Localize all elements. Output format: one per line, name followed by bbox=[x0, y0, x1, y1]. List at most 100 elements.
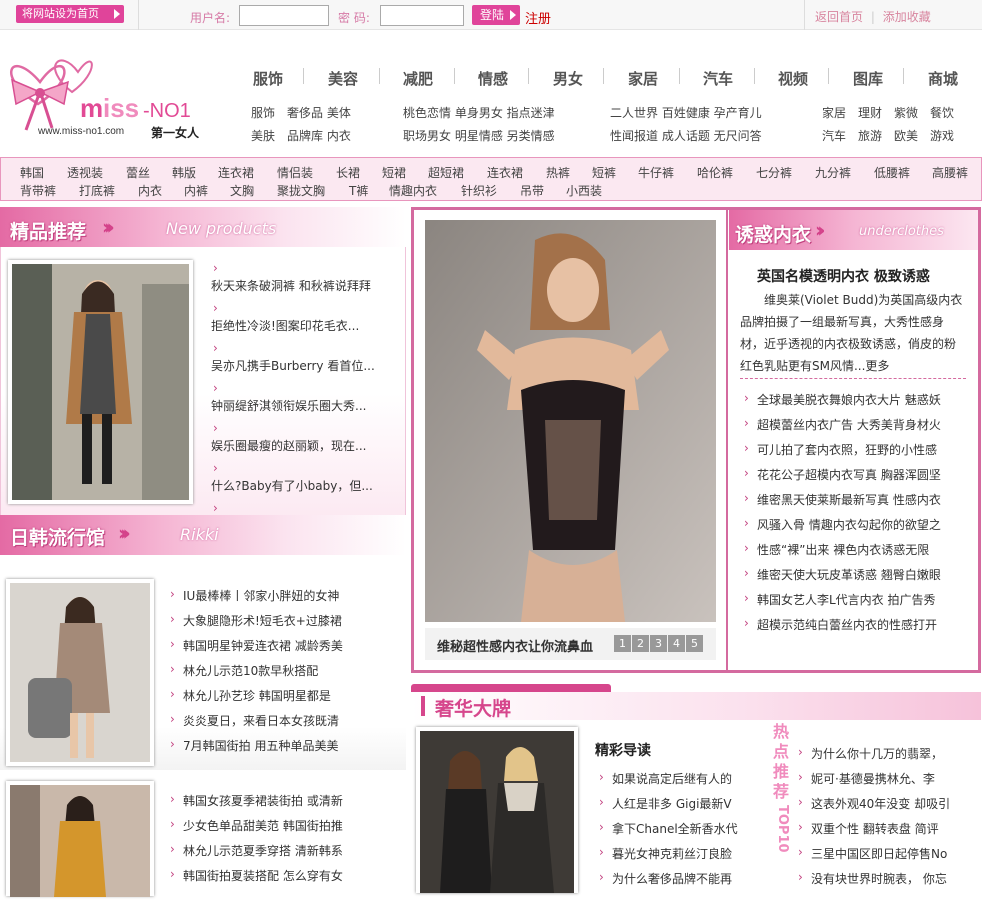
keyword-link[interactable]: 短裤 bbox=[592, 164, 616, 181]
keyword-link[interactable]: T裤 bbox=[349, 182, 368, 199]
guide-item[interactable]: 拿下Chanel全新香水代 bbox=[612, 820, 762, 837]
guide-item[interactable]: 为什么奢侈品牌不能再 bbox=[612, 870, 762, 887]
keyword-link[interactable]: 短裙 bbox=[382, 164, 406, 181]
keyword-link[interactable]: 哈伦裤 bbox=[697, 164, 733, 181]
lingerie-item[interactable]: 超模蕾丝内衣广告 大秀美背身材火 bbox=[757, 416, 965, 433]
login-button[interactable]: 登陆 bbox=[472, 5, 520, 25]
lingerie-item[interactable]: 韩国女艺人李L代言内衣 拍广告秀 bbox=[757, 591, 965, 608]
keyword-link[interactable]: 连衣裙 bbox=[487, 164, 523, 181]
keyword-link[interactable]: 韩版 bbox=[172, 164, 196, 181]
keyword-link[interactable]: 背带裤 bbox=[20, 182, 56, 199]
keyword-link[interactable]: 情侣装 bbox=[277, 164, 313, 181]
lingerie-item[interactable]: 性感“裸”出来 裸色内衣诱惑无限 bbox=[757, 541, 965, 558]
korean-item[interactable]: 韩国街拍夏装搭配 怎么穿有女 bbox=[183, 867, 401, 884]
add-favorite-link[interactable]: 添加收藏 bbox=[883, 10, 931, 24]
nav-gallery[interactable]: 图库 bbox=[853, 68, 883, 89]
hot-item[interactable]: 为什么你十几万的翡翠， bbox=[811, 745, 969, 762]
featured-item[interactable]: 吴亦凡携手Burberry 看首位... bbox=[211, 357, 401, 374]
lingerie-item[interactable]: 维密黑天使莱斯最新写真 性感内衣 bbox=[757, 491, 965, 508]
guide-item[interactable]: 如果说高定后继有人的 bbox=[612, 770, 762, 787]
keyword-link[interactable]: 牛仔裤 bbox=[638, 164, 674, 181]
featured-item[interactable]: 秋天来条破洞裤 和秋裤说拜拜 bbox=[211, 277, 401, 294]
keyword-link[interactable]: 超短裙 bbox=[428, 164, 464, 181]
keyword-link[interactable]: 热裤 bbox=[546, 164, 570, 181]
nav-beauty[interactable]: 美容 bbox=[328, 68, 358, 89]
password-input[interactable] bbox=[380, 5, 464, 26]
hot-item[interactable]: 双重个性 翻转表盘 简评 bbox=[811, 820, 969, 837]
nav-emotion[interactable]: 情感 bbox=[478, 68, 508, 89]
keyword-link[interactable]: 连衣裙 bbox=[218, 164, 254, 181]
korean-item[interactable]: 林允儿示范10款早秋搭配 bbox=[183, 662, 401, 679]
pager-button[interactable]: 1 bbox=[614, 635, 631, 652]
keyword-link[interactable]: 吊带 bbox=[520, 182, 544, 199]
featured-item[interactable]: 钟丽缇舒淇领衔娱乐圈大秀... bbox=[211, 397, 401, 414]
keyword-link[interactable]: 针织衫 bbox=[461, 182, 497, 199]
korean-item[interactable]: 大象腿隐形术!短毛衣+过膝裙 bbox=[183, 612, 401, 629]
nav-home[interactable]: 家居 bbox=[628, 68, 658, 89]
korean-item[interactable]: IU最棒棒丨邻家小胖妞的女神 bbox=[183, 587, 401, 604]
site-logo[interactable]: m iss -NO1 www.miss-no1.com 第一女人 bbox=[0, 42, 215, 147]
home-link[interactable]: 返回首页 bbox=[815, 10, 863, 24]
subnav-group-2-row2[interactable]: 职场男女 明星情感 另类情感 bbox=[403, 127, 555, 144]
korean-item[interactable]: 韩国女孩夏季裙装街拍 或清新 bbox=[183, 792, 401, 809]
lingerie-item[interactable]: 超模示范纯白蕾丝内衣的性感打开 bbox=[757, 616, 965, 633]
keyword-link[interactable]: 九分裤 bbox=[815, 164, 851, 181]
subnav-group-4-row1[interactable]: 家居 理财 紫微 餐饮 bbox=[822, 104, 954, 121]
keyword-link[interactable]: 长裙 bbox=[336, 164, 360, 181]
lingerie-item[interactable]: 可儿拍了套内衣照，狂野的小性感 bbox=[757, 441, 965, 458]
nav-mall[interactable]: 商城 bbox=[928, 68, 958, 89]
pager-button[interactable]: 5 bbox=[686, 635, 703, 652]
lingerie-item[interactable]: 花花公子超模内衣写真 胸器浑圆坚 bbox=[757, 466, 965, 483]
korean-item[interactable]: 7月韩国街拍 用五种单品美美 bbox=[183, 737, 401, 754]
subnav-group-1-row2[interactable]: 美肤 品牌库 内衣 bbox=[251, 127, 351, 144]
hot-item[interactable]: 妮可·基德曼携林允、李 bbox=[811, 770, 969, 787]
pager-button[interactable]: 3 bbox=[650, 635, 667, 652]
set-homepage-button[interactable]: 将网站设为首页 bbox=[16, 5, 124, 23]
featured-item[interactable]: 娱乐圈最瘦的赵丽颖，现在... bbox=[211, 437, 401, 454]
lingerie-item[interactable]: 风骚入骨 情趣内衣勾起你的欲望之 bbox=[757, 516, 965, 533]
korean-item[interactable]: 韩国明星钟爱连衣裙 减龄秀美 bbox=[183, 637, 401, 654]
keyword-link[interactable]: 高腰裤 bbox=[932, 164, 968, 181]
slideshow-image[interactable] bbox=[425, 220, 716, 622]
lingerie-item[interactable]: 全球最美脱衣舞娘内衣大片 魅惑妖 bbox=[757, 391, 965, 408]
korean-item[interactable]: 林允儿孙艺珍 韩国明星都是 bbox=[183, 687, 401, 704]
lingerie-headline[interactable]: 英国名模透明内衣 极致诱惑 bbox=[757, 266, 930, 286]
featured-item[interactable]: 什么?Baby有了小baby，但... bbox=[211, 477, 401, 494]
korean-item[interactable]: 炎炎夏日，来看日本女孩既清 bbox=[183, 712, 401, 729]
featured-item[interactable]: 拒绝性冷淡!图案印花毛衣... bbox=[211, 317, 401, 334]
korean-item[interactable]: 少女色单品甜美范 韩国街拍推 bbox=[183, 817, 401, 834]
keyword-link[interactable]: 小西装 bbox=[566, 182, 602, 199]
slideshow-caption[interactable]: 维秘超性感内衣让你流鼻血 bbox=[437, 636, 593, 655]
keyword-link[interactable]: 打底裤 bbox=[79, 182, 115, 199]
keyword-link[interactable]: 蕾丝 bbox=[126, 164, 150, 181]
subnav-group-2-row1[interactable]: 桃色恋情 单身男女 指点迷津 bbox=[403, 104, 555, 121]
hot-item[interactable]: 没有块世界时腕表， 你忘 bbox=[811, 870, 969, 887]
hot-item[interactable]: 三星中国区即日起停售No bbox=[811, 845, 969, 862]
featured-photo[interactable] bbox=[8, 260, 193, 504]
pager-button[interactable]: 4 bbox=[668, 635, 685, 652]
guide-item[interactable]: 人红是非多 Gigi最新V bbox=[612, 795, 762, 812]
korean-photo-1[interactable] bbox=[6, 579, 154, 766]
subnav-group-3-row1[interactable]: 二人世界 百姓健康 孕产育儿 bbox=[610, 104, 762, 121]
subnav-group-1-row1[interactable]: 服饰 奢侈品 美体 bbox=[251, 104, 351, 121]
keyword-link[interactable]: 聚拢文胸 bbox=[277, 182, 325, 199]
lingerie-item[interactable]: 维密天使大玩皮革诱惑 翘臀白嫩眼 bbox=[757, 566, 965, 583]
keyword-link[interactable]: 文胸 bbox=[230, 182, 254, 199]
nav-fashion[interactable]: 服饰 bbox=[253, 68, 283, 89]
keyword-link[interactable]: 透视装 bbox=[67, 164, 103, 181]
keyword-link[interactable]: 内裤 bbox=[184, 182, 208, 199]
nav-car[interactable]: 汽车 bbox=[703, 68, 733, 89]
luxury-photo[interactable] bbox=[416, 727, 578, 893]
subnav-group-3-row2[interactable]: 性闻报道 成人话题 无尺问答 bbox=[610, 127, 762, 144]
keyword-link[interactable]: 低腰裤 bbox=[874, 164, 910, 181]
username-input[interactable] bbox=[239, 5, 329, 26]
korean-photo-2[interactable] bbox=[6, 781, 154, 897]
nav-video[interactable]: 视频 bbox=[778, 68, 808, 89]
keyword-link[interactable]: 七分裤 bbox=[756, 164, 792, 181]
subnav-group-4-row2[interactable]: 汽车 旅游 欧美 游戏 bbox=[822, 127, 954, 144]
nav-diet[interactable]: 减肥 bbox=[403, 68, 433, 89]
register-link[interactable]: 注册 bbox=[525, 8, 551, 27]
pager-button[interactable]: 2 bbox=[632, 635, 649, 652]
keyword-link[interactable]: 内衣 bbox=[138, 182, 162, 199]
korean-item[interactable]: 林允儿示范夏季穿搭 清新韩系 bbox=[183, 842, 401, 859]
